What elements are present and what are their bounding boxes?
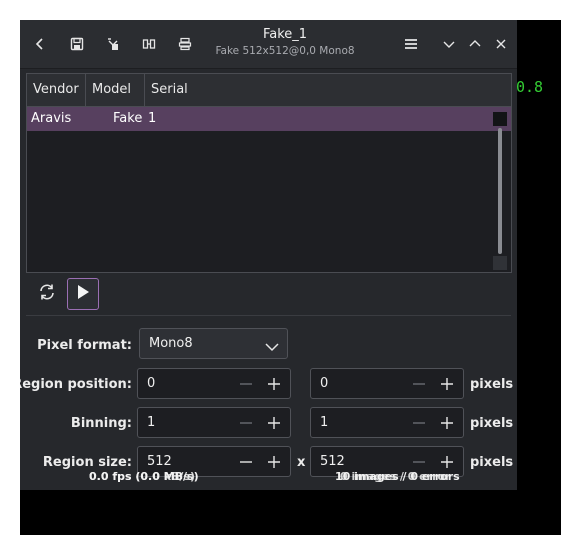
image-count-status-overlap: 0 images / 0 error — [340, 470, 451, 483]
plus-icon[interactable] — [266, 376, 282, 392]
minus-icon[interactable] — [238, 376, 254, 392]
refresh-button[interactable] — [32, 279, 62, 309]
region-position-x-spinner[interactable]: 0 — [137, 368, 291, 399]
back-icon[interactable] — [28, 32, 52, 56]
plus-icon[interactable] — [439, 415, 455, 431]
size-separator: x — [297, 455, 306, 470]
save-icon[interactable] — [65, 32, 89, 56]
refresh-icon — [37, 282, 57, 306]
binning-y-value[interactable]: 1 — [320, 408, 328, 437]
region-position-x-value[interactable]: 0 — [147, 369, 155, 398]
region-size-unit: pixels — [470, 455, 514, 470]
plus-icon[interactable] — [439, 454, 455, 470]
frame-rate-status-overlap: 0.0 fps (0.0 kB/s) — [89, 470, 195, 483]
plus-icon[interactable] — [266, 415, 282, 431]
pixel-format-select[interactable]: Mono8 — [139, 328, 288, 359]
maximize-icon[interactable] — [463, 32, 487, 56]
binning-y-spinner[interactable]: 1 — [310, 407, 464, 438]
region-position-y-value[interactable]: 0 — [320, 369, 328, 398]
chevron-down-icon — [265, 338, 279, 357]
cell-model: Fake — [113, 111, 143, 126]
play-icon — [74, 283, 92, 305]
cell-serial: 1 — [148, 111, 157, 126]
minus-icon[interactable] — [238, 415, 254, 431]
region-position-y-spinner[interactable]: 0 — [310, 368, 464, 399]
vertical-scrollbar[interactable] — [493, 112, 507, 270]
window-title: Fake_1 — [262, 27, 308, 42]
camera-list: Vendor Model Serial Aravis Fake 1 — [26, 73, 512, 273]
plus-icon[interactable] — [439, 376, 455, 392]
header-bar: Fake_1 Fake 512x512@0,0 Mono8 — [20, 20, 517, 69]
minus-icon[interactable] — [411, 454, 427, 470]
binning-x-value[interactable]: 1 — [147, 408, 155, 437]
pixel-format-value: Mono8 — [149, 336, 193, 351]
hamburger-menu-icon[interactable] — [399, 32, 423, 56]
scrollbar-bottom — [493, 256, 507, 270]
snapshot-icon[interactable] — [101, 32, 125, 56]
plus-icon[interactable] — [266, 454, 282, 470]
binning-unit: pixels — [470, 416, 514, 431]
region-size-label: Region size: — [42, 455, 132, 470]
minimize-icon[interactable] — [437, 32, 461, 56]
play-button[interactable] — [67, 278, 99, 310]
column-header-vendor[interactable]: Vendor — [27, 74, 86, 106]
table-header: Vendor Model Serial — [27, 74, 511, 107]
column-header-model[interactable]: Model — [86, 74, 145, 106]
pixel-format-label: Pixel format: — [37, 338, 132, 353]
close-icon[interactable] — [489, 32, 513, 56]
binning-x-spinner[interactable]: 1 — [137, 407, 291, 438]
cell-vendor: Aravis — [31, 111, 72, 126]
scrollbar-top — [493, 112, 507, 126]
region-position-label: Region position: — [20, 377, 132, 392]
window-subtitle: Fake 512x512@0,0 Mono8 — [215, 45, 355, 57]
minus-icon[interactable] — [411, 415, 427, 431]
region-position-unit: pixels — [470, 377, 514, 392]
divider — [26, 315, 511, 316]
column-header-serial[interactable]: Serial — [145, 74, 511, 106]
scrollbar-handle[interactable] — [498, 128, 502, 254]
binning-label: Binning: — [70, 416, 132, 431]
viewer-window: Fake_1 Fake 512x512@0,0 Mono8 Vendor Mod… — [20, 20, 517, 490]
settings-icon[interactable] — [137, 32, 161, 56]
minus-icon[interactable] — [411, 376, 427, 392]
terminal-text: 0.8 — [516, 78, 544, 96]
table-row[interactable]: Aravis Fake 1 — [27, 107, 511, 131]
minus-icon[interactable] — [238, 454, 254, 470]
